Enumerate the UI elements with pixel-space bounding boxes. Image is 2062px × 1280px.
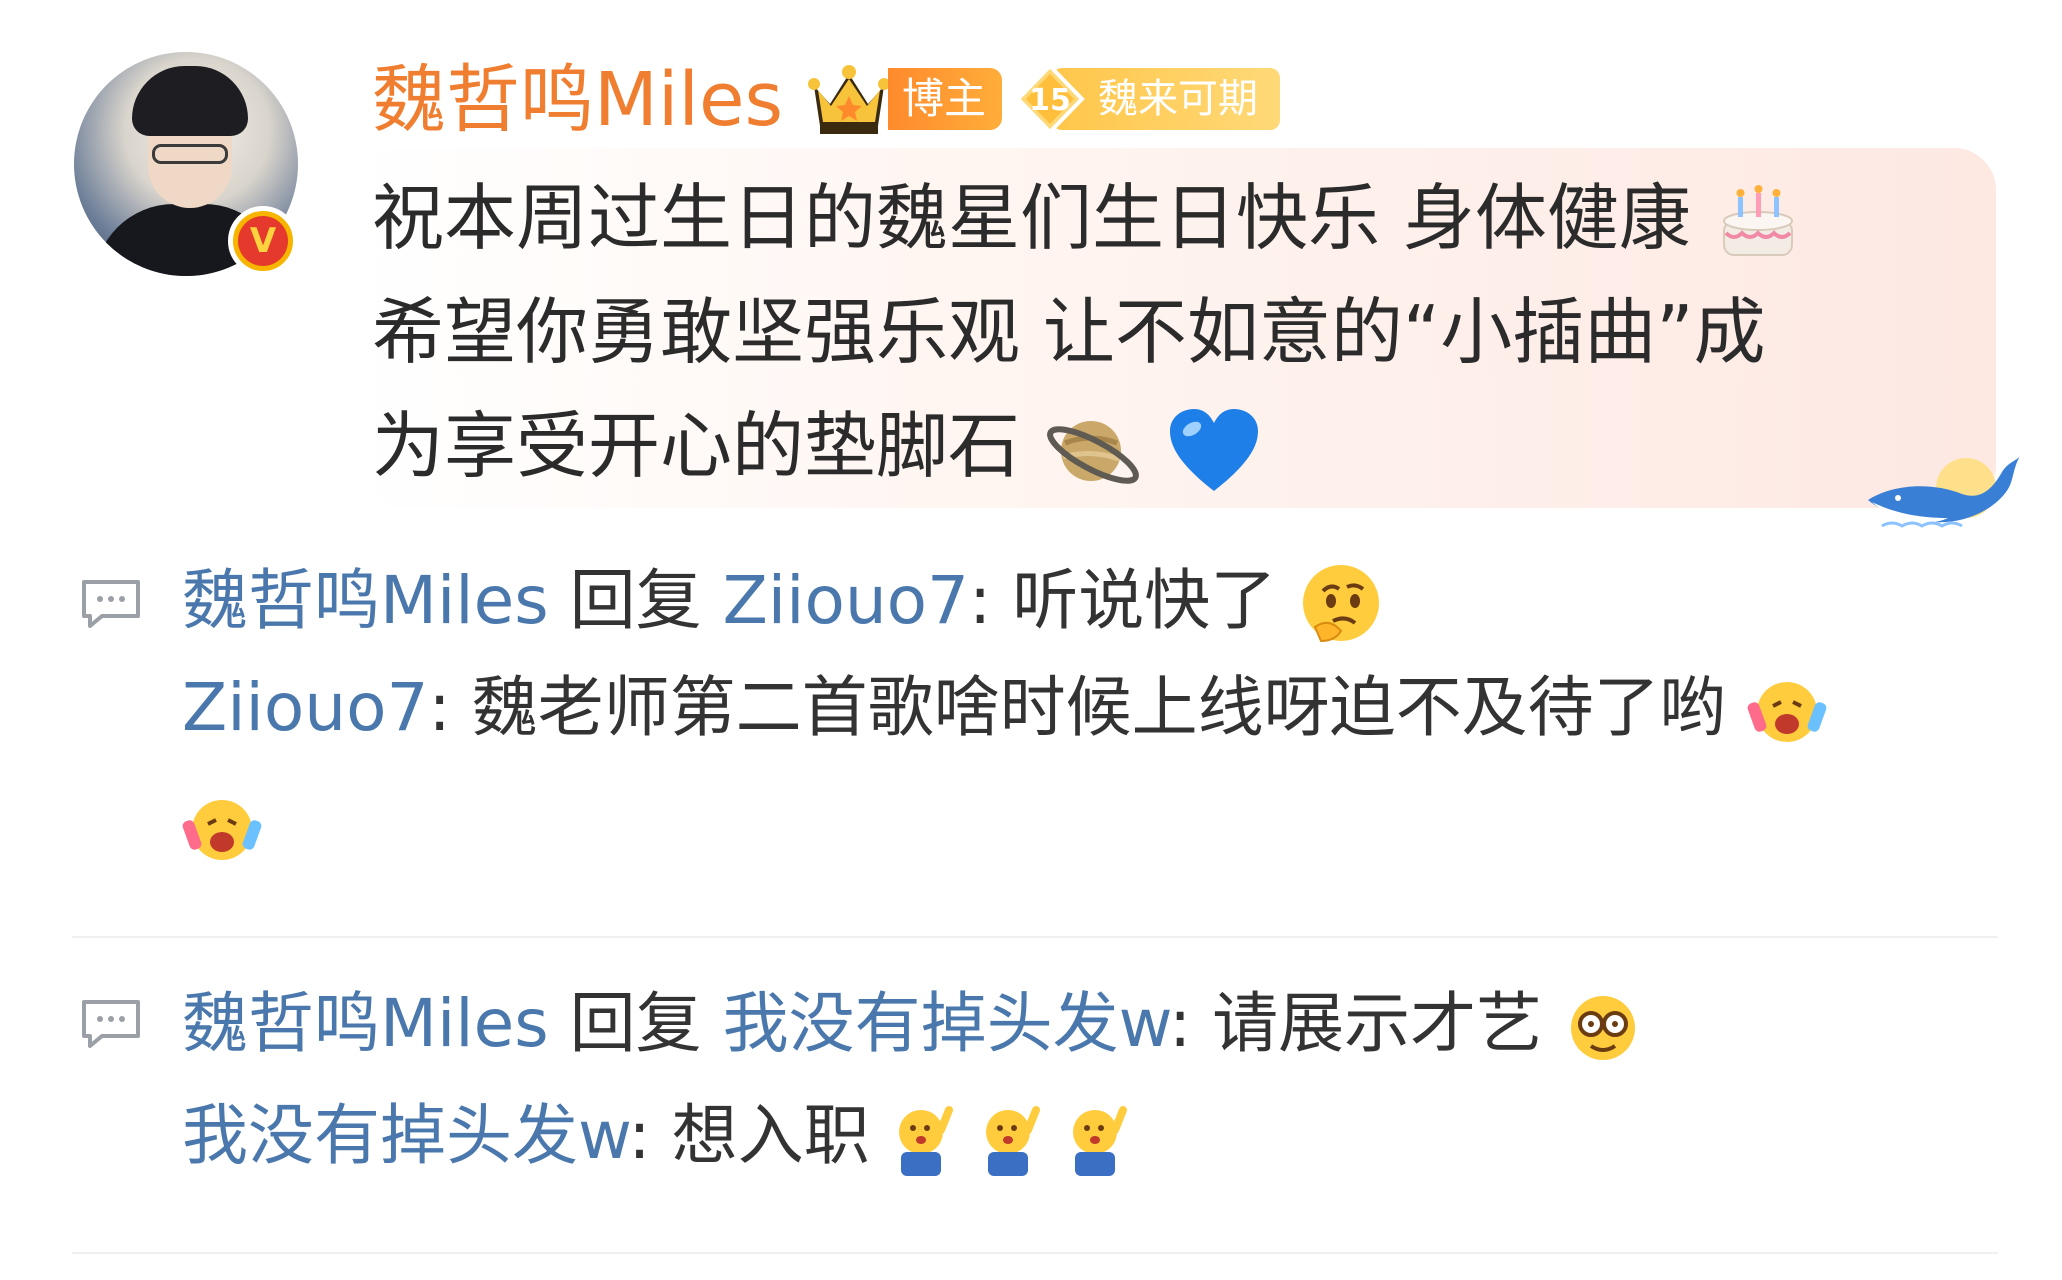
reply-line: 魏哲鸣Miles 回复 Ziiouo7: 听说快了 (182, 561, 1385, 649)
original-author-link[interactable]: Ziiouo7 (182, 669, 428, 746)
original-text: 想入职 (671, 1097, 870, 1174)
raise-hand-emoji (1072, 1105, 1127, 1176)
original-author-link[interactable]: 我没有掉头发w (182, 1097, 628, 1174)
saturn-emoji (1047, 421, 1139, 485)
cake-emoji (1722, 185, 1793, 257)
excited-cheer-emoji (182, 800, 262, 860)
divider (72, 936, 1998, 938)
original-text: 魏老师第二首歌啥时候上线呀迫不及待了哟 (471, 669, 1726, 746)
reply-line: 魏哲鸣Miles 回复 我没有掉头发w: 请展示才艺 (182, 984, 1643, 1068)
thinking-face-emoji (1303, 565, 1380, 643)
raise-hand-emoji (985, 1105, 1040, 1176)
comment-icon (82, 580, 140, 628)
reply-author-link[interactable]: 魏哲鸣Miles (182, 985, 549, 1062)
crown-icon (808, 65, 890, 134)
reply-text: 听说快了 (1012, 562, 1277, 640)
excited-cheer-emoji (1747, 681, 1827, 742)
fan-level: 15 (1029, 83, 1071, 118)
reply-text: 请展示才艺 (1212, 985, 1543, 1062)
blue-heart-emoji (1169, 409, 1258, 492)
fan-group-name: 魏来可期 (1098, 76, 1258, 122)
post-author-name[interactable]: 魏哲鸣Miles (372, 56, 783, 144)
clown-nerd-emoji (1571, 995, 1636, 1060)
reply-author-link[interactable]: 魏哲鸣Miles (182, 562, 549, 639)
reply-word: 回复 (569, 985, 702, 1062)
original-comment: 我没有掉头发w: 想入职 (182, 1096, 1131, 1180)
blogger-tag: 博主 (888, 68, 1003, 130)
verified-badge-icon: V (228, 206, 298, 276)
divider (72, 1252, 1998, 1254)
reply-target-link[interactable]: 我没有掉头发w (723, 985, 1169, 1062)
post-content-line-1: 祝本周过生日的魏星们生日快乐 身体健康 (372, 176, 1802, 265)
fan-group-tag[interactable]: 15 魏来可期 (1012, 62, 1280, 136)
reply-target-link[interactable]: Ziiouo7 (723, 562, 969, 639)
whale-decoration-icon (1868, 456, 2020, 528)
post-content-line-2: 希望你勇敢坚强乐观 让不如意的“小插曲”成 (372, 290, 1766, 374)
original-comment: Ziiouo7: 魏老师第二首歌啥时候上线呀迫不及待了哟 (182, 668, 1827, 752)
reply-word: 回复 (569, 562, 702, 640)
comment-icon (82, 1000, 140, 1048)
post-content-line-3: 为享受开心的垫脚石 (372, 404, 1262, 497)
raise-hand-emoji (898, 1105, 953, 1176)
